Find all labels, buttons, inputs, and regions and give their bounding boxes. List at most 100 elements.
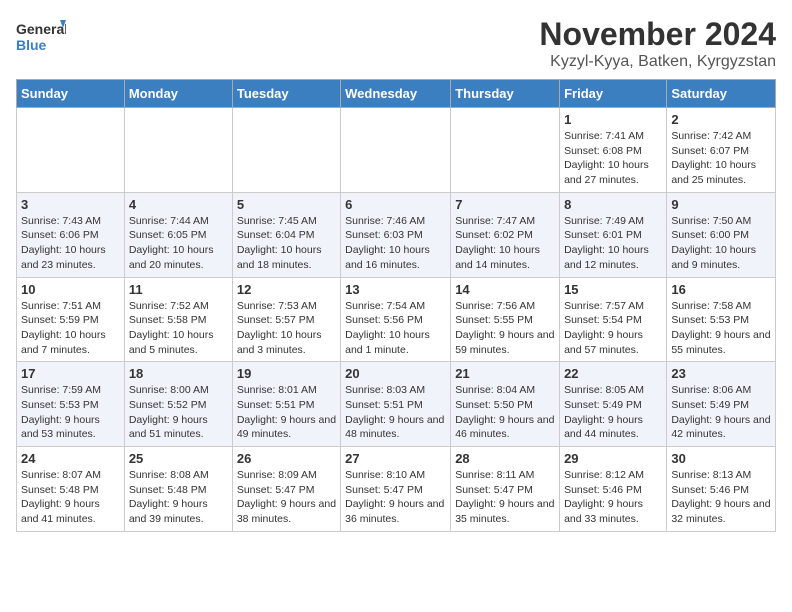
weekday-header: Sunday — [17, 80, 125, 108]
svg-text:Blue: Blue — [16, 37, 47, 53]
day-number: 30 — [671, 451, 771, 466]
day-detail: Sunrise: 7:49 AM Sunset: 6:01 PM Dayligh… — [564, 214, 662, 273]
day-detail: Sunrise: 7:58 AM Sunset: 5:53 PM Dayligh… — [671, 299, 771, 358]
calendar-cell: 14 Sunrise: 7:56 AM Sunset: 5:55 PM Dayli… — [451, 277, 560, 362]
weekday-header: Wednesday — [341, 80, 451, 108]
day-number: 8 — [564, 197, 662, 212]
day-detail: Sunrise: 7:57 AM Sunset: 5:54 PM Dayligh… — [564, 299, 662, 358]
page-header: General Blue November 2024 Kyzyl-Kyya, B… — [16, 16, 776, 71]
day-detail: Sunrise: 7:54 AM Sunset: 5:56 PM Dayligh… — [345, 299, 446, 358]
day-detail: Sunrise: 8:00 AM Sunset: 5:52 PM Dayligh… — [129, 383, 228, 442]
day-number: 27 — [345, 451, 446, 466]
day-detail: Sunrise: 7:46 AM Sunset: 6:03 PM Dayligh… — [345, 214, 446, 273]
day-detail: Sunrise: 8:06 AM Sunset: 5:49 PM Dayligh… — [671, 383, 771, 442]
day-number: 7 — [455, 197, 555, 212]
weekday-header: Saturday — [667, 80, 776, 108]
month-year-title: November 2024 — [539, 16, 776, 53]
day-detail: Sunrise: 7:41 AM Sunset: 6:08 PM Dayligh… — [564, 129, 662, 188]
day-number: 4 — [129, 197, 228, 212]
day-detail: Sunrise: 7:50 AM Sunset: 6:00 PM Dayligh… — [671, 214, 771, 273]
day-detail: Sunrise: 8:05 AM Sunset: 5:49 PM Dayligh… — [564, 383, 662, 442]
day-detail: Sunrise: 8:10 AM Sunset: 5:47 PM Dayligh… — [345, 468, 446, 527]
day-detail: Sunrise: 7:52 AM Sunset: 5:58 PM Dayligh… — [129, 299, 228, 358]
calendar-cell: 30 Sunrise: 8:13 AM Sunset: 5:46 PM Dayli… — [667, 447, 776, 532]
calendar-cell: 4 Sunrise: 7:44 AM Sunset: 6:05 PM Daylig… — [124, 192, 232, 277]
logo: General Blue — [16, 16, 66, 60]
day-number: 5 — [237, 197, 336, 212]
location-subtitle: Kyzyl-Kyya, Batken, Kyrgyzstan — [539, 53, 776, 71]
day-detail: Sunrise: 7:56 AM Sunset: 5:55 PM Dayligh… — [455, 299, 555, 358]
calendar-cell: 22 Sunrise: 8:05 AM Sunset: 5:49 PM Dayli… — [560, 362, 667, 447]
day-number: 1 — [564, 112, 662, 127]
calendar-cell: 29 Sunrise: 8:12 AM Sunset: 5:46 PM Dayli… — [560, 447, 667, 532]
day-number: 12 — [237, 282, 336, 297]
day-detail: Sunrise: 7:51 AM Sunset: 5:59 PM Dayligh… — [21, 299, 120, 358]
weekday-header: Thursday — [451, 80, 560, 108]
calendar-cell: 28 Sunrise: 8:11 AM Sunset: 5:47 PM Dayli… — [451, 447, 560, 532]
day-number: 13 — [345, 282, 446, 297]
day-number: 9 — [671, 197, 771, 212]
calendar-cell: 13 Sunrise: 7:54 AM Sunset: 5:56 PM Dayli… — [341, 277, 451, 362]
day-number: 29 — [564, 451, 662, 466]
weekday-header: Friday — [560, 80, 667, 108]
calendar-cell: 12Sunrise: 7:53 AM Sunset: 5:57 PM Dayli… — [232, 277, 340, 362]
calendar-cell: 18 Sunrise: 8:00 AM Sunset: 5:52 PM Dayli… — [124, 362, 232, 447]
day-detail: Sunrise: 7:44 AM Sunset: 6:05 PM Dayligh… — [129, 214, 228, 273]
calendar-cell — [17, 108, 125, 193]
day-detail: Sunrise: 8:07 AM Sunset: 5:48 PM Dayligh… — [21, 468, 120, 527]
calendar-cell: 15 Sunrise: 7:57 AM Sunset: 5:54 PM Dayli… — [560, 277, 667, 362]
day-detail: Sunrise: 8:11 AM Sunset: 5:47 PM Dayligh… — [455, 468, 555, 527]
calendar-cell — [232, 108, 340, 193]
day-detail: Sunrise: 8:03 AM Sunset: 5:51 PM Dayligh… — [345, 383, 446, 442]
day-number: 28 — [455, 451, 555, 466]
day-number: 22 — [564, 366, 662, 381]
day-number: 25 — [129, 451, 228, 466]
day-number: 18 — [129, 366, 228, 381]
calendar-cell: 5 Sunrise: 7:45 AM Sunset: 6:04 PM Daylig… — [232, 192, 340, 277]
day-detail: Sunrise: 8:12 AM Sunset: 5:46 PM Dayligh… — [564, 468, 662, 527]
calendar-cell: 8 Sunrise: 7:49 AM Sunset: 6:01 PM Daylig… — [560, 192, 667, 277]
day-detail: Sunrise: 8:09 AM Sunset: 5:47 PM Dayligh… — [237, 468, 336, 527]
day-number: 16 — [671, 282, 771, 297]
calendar-cell: 20 Sunrise: 8:03 AM Sunset: 5:51 PM Dayli… — [341, 362, 451, 447]
day-number: 14 — [455, 282, 555, 297]
day-number: 2 — [671, 112, 771, 127]
day-detail: Sunrise: 8:08 AM Sunset: 5:48 PM Dayligh… — [129, 468, 228, 527]
weekday-header: Tuesday — [232, 80, 340, 108]
calendar-cell: 25 Sunrise: 8:08 AM Sunset: 5:48 PM Dayli… — [124, 447, 232, 532]
day-number: 23 — [671, 366, 771, 381]
day-number: 21 — [455, 366, 555, 381]
logo-svg: General Blue — [16, 16, 66, 60]
calendar-cell: 6 Sunrise: 7:46 AM Sunset: 6:03 PM Daylig… — [341, 192, 451, 277]
calendar-cell: 11 Sunrise: 7:52 AM Sunset: 5:58 PM Dayli… — [124, 277, 232, 362]
calendar-cell: 1 Sunrise: 7:41 AM Sunset: 6:08 PM Daylig… — [560, 108, 667, 193]
calendar-cell: 21 Sunrise: 8:04 AM Sunset: 5:50 PM Dayli… — [451, 362, 560, 447]
calendar-cell: 23 Sunrise: 8:06 AM Sunset: 5:49 PM Dayli… — [667, 362, 776, 447]
day-number: 6 — [345, 197, 446, 212]
calendar-cell: 2Sunrise: 7:42 AM Sunset: 6:07 PM Daylig… — [667, 108, 776, 193]
calendar-cell: 7 Sunrise: 7:47 AM Sunset: 6:02 PM Daylig… — [451, 192, 560, 277]
title-block: November 2024 Kyzyl-Kyya, Batken, Kyrgyz… — [539, 16, 776, 71]
day-number: 17 — [21, 366, 120, 381]
svg-text:General: General — [16, 21, 66, 37]
day-number: 20 — [345, 366, 446, 381]
calendar-cell: 27 Sunrise: 8:10 AM Sunset: 5:47 PM Dayli… — [341, 447, 451, 532]
day-detail: Sunrise: 7:45 AM Sunset: 6:04 PM Dayligh… — [237, 214, 336, 273]
day-detail: Sunrise: 7:59 AM Sunset: 5:53 PM Dayligh… — [21, 383, 120, 442]
weekday-header: Monday — [124, 80, 232, 108]
day-number: 11 — [129, 282, 228, 297]
day-number: 15 — [564, 282, 662, 297]
calendar-cell: 10Sunrise: 7:51 AM Sunset: 5:59 PM Dayli… — [17, 277, 125, 362]
day-detail: Sunrise: 8:13 AM Sunset: 5:46 PM Dayligh… — [671, 468, 771, 527]
day-detail: Sunrise: 8:04 AM Sunset: 5:50 PM Dayligh… — [455, 383, 555, 442]
day-number: 26 — [237, 451, 336, 466]
calendar-cell: 3Sunrise: 7:43 AM Sunset: 6:06 PM Daylig… — [17, 192, 125, 277]
day-number: 19 — [237, 366, 336, 381]
day-detail: Sunrise: 7:47 AM Sunset: 6:02 PM Dayligh… — [455, 214, 555, 273]
calendar-cell: 16 Sunrise: 7:58 AM Sunset: 5:53 PM Dayli… — [667, 277, 776, 362]
calendar-cell — [451, 108, 560, 193]
day-number: 3 — [21, 197, 120, 212]
calendar-cell: 26 Sunrise: 8:09 AM Sunset: 5:47 PM Dayli… — [232, 447, 340, 532]
day-detail: Sunrise: 8:01 AM Sunset: 5:51 PM Dayligh… — [237, 383, 336, 442]
calendar-table: SundayMondayTuesdayWednesdayThursdayFrid… — [16, 79, 776, 532]
